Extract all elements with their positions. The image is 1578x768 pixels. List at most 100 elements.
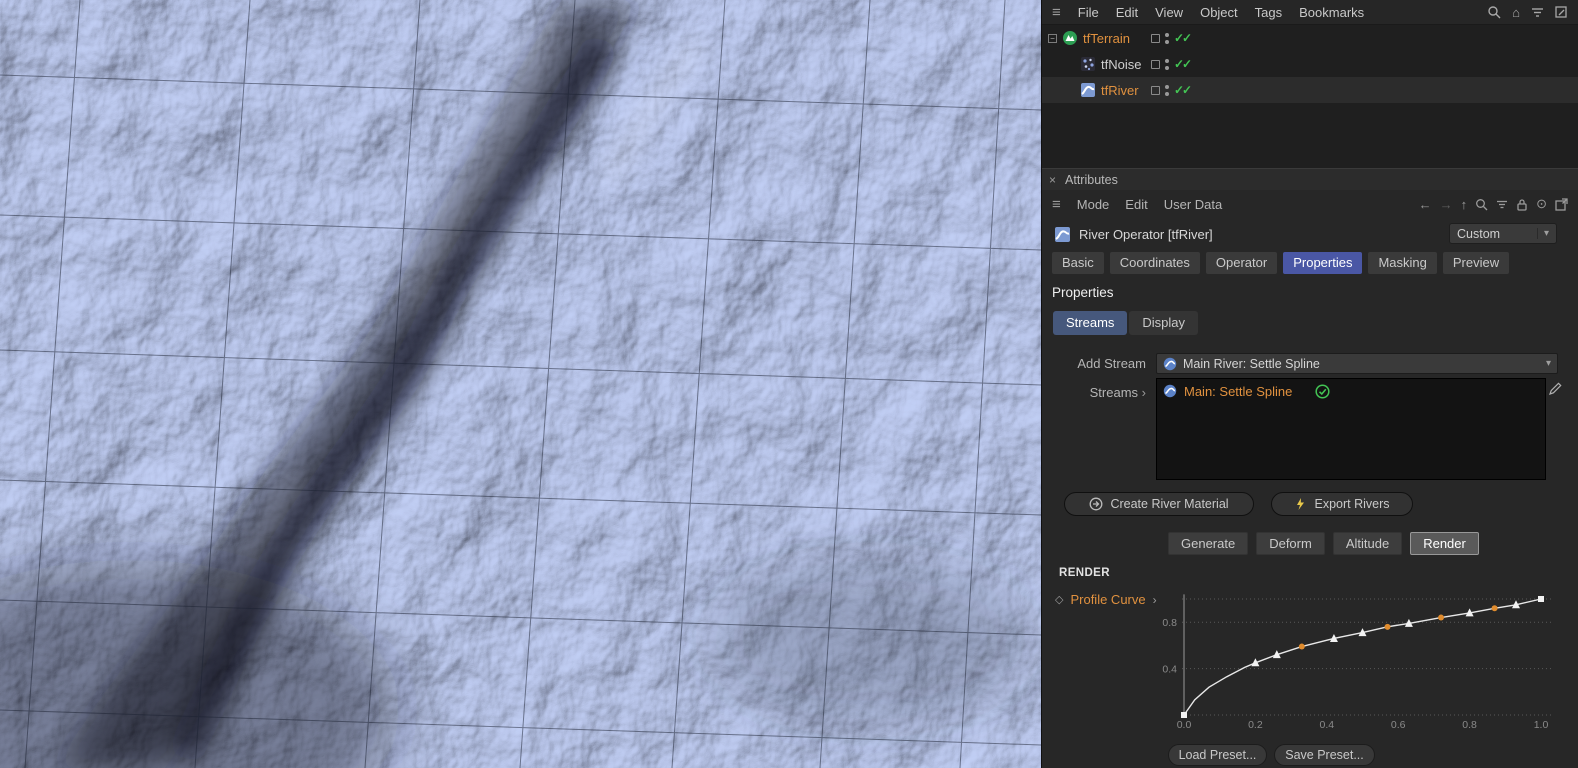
tab-properties[interactable]: Properties — [1283, 252, 1363, 274]
attr-menu-userdata[interactable]: User Data — [1164, 197, 1223, 212]
stream-list-item[interactable]: Main: Settle Spline — [1157, 379, 1545, 403]
add-stream-dropdown[interactable]: Main River: Settle Spline ▾ — [1156, 353, 1558, 374]
menu-view[interactable]: View — [1155, 5, 1183, 20]
properties-section-heading: Properties — [1052, 285, 1114, 300]
filter-icon[interactable] — [1531, 6, 1544, 18]
visibility-dots[interactable] — [1165, 32, 1169, 44]
streams-label: Streams › — [1089, 385, 1146, 400]
load-preset-button[interactable]: Load Preset... — [1168, 744, 1267, 766]
terrain-render — [0, 0, 1041, 768]
menu-file[interactable]: File — [1078, 5, 1099, 20]
layer-toggle-icon[interactable] — [1151, 33, 1160, 43]
svg-text:0.8: 0.8 — [1162, 617, 1177, 629]
search-icon[interactable] — [1487, 5, 1501, 19]
panel-layout-icon[interactable] — [1555, 5, 1568, 19]
object-header-title: River Operator [tfRiver] — [1079, 226, 1213, 242]
attr-menu-edit[interactable]: Edit — [1125, 197, 1147, 212]
export-icon — [1294, 497, 1307, 511]
export-rivers-button[interactable]: Export Rivers — [1271, 492, 1413, 516]
object-manager-menubar: ≡ File Edit View Object Tags Bookmarks ⌂ — [1042, 0, 1578, 25]
history-forward-icon[interactable]: → — [1440, 197, 1453, 212]
lock-icon[interactable] — [1516, 198, 1528, 211]
object-label[interactable]: tfNoise — [1101, 57, 1141, 72]
profile-curve-label: Profile Curve — [1070, 592, 1146, 607]
tab-masking[interactable]: Masking — [1368, 252, 1437, 274]
object-row-tfnoise[interactable]: tfNoise ✓✓ — [1042, 51, 1578, 77]
target-icon[interactable]: ⊙ — [1536, 196, 1547, 212]
generate-button[interactable]: Generate — [1168, 532, 1249, 555]
attributes-hamburger-icon[interactable]: ≡ — [1052, 196, 1061, 213]
object-label[interactable]: tfTerrain — [1083, 31, 1130, 46]
layer-toggle-icon[interactable] — [1151, 59, 1160, 69]
add-stream-value: Main River: Settle Spline — [1183, 356, 1320, 371]
stream-item-label: Main: Settle Spline — [1184, 383, 1293, 399]
subtab-display[interactable]: Display — [1129, 311, 1199, 335]
filter-icon[interactable] — [1496, 199, 1508, 210]
altitude-button[interactable]: Altitude — [1332, 532, 1403, 555]
search-icon[interactable] — [1475, 198, 1488, 211]
right-panel: ≡ File Edit View Object Tags Bookmarks ⌂… — [1041, 0, 1578, 768]
tab-operator[interactable]: Operator — [1205, 252, 1278, 274]
object-row-tfterrain[interactable]: − tfTerrain ✓✓ — [1042, 25, 1578, 51]
3d-viewport[interactable] — [0, 0, 1041, 768]
up-level-icon[interactable]: ↑ — [1461, 197, 1468, 212]
tab-coordinates[interactable]: Coordinates — [1109, 252, 1200, 274]
tab-preview[interactable]: Preview — [1442, 252, 1510, 274]
diamond-icon: ◇ — [1055, 594, 1064, 606]
river-object-icon[interactable] — [1080, 82, 1096, 98]
operation-mode-buttons: Generate Deform Altitude Render — [1168, 532, 1479, 555]
render-button[interactable]: Render — [1410, 532, 1479, 555]
preset-dropdown[interactable]: Custom ▾ — [1449, 223, 1557, 244]
streams-list[interactable]: Main: Settle Spline — [1156, 378, 1546, 480]
attr-menu-mode[interactable]: Mode — [1077, 197, 1110, 212]
history-back-icon[interactable]: ← — [1419, 197, 1432, 212]
create-river-material-button[interactable]: Create River Material — [1064, 492, 1254, 516]
stream-type-icon — [1163, 357, 1177, 371]
visibility-dots[interactable] — [1165, 58, 1169, 70]
profile-curve-row[interactable]: ◇ Profile Curve › — [1055, 592, 1157, 607]
object-row-tfriver[interactable]: tfRiver ✓✓ — [1042, 77, 1578, 103]
svg-text:0.4: 0.4 — [1319, 719, 1334, 731]
visibility-dots[interactable] — [1165, 84, 1169, 96]
home-icon[interactable]: ⌂ — [1512, 5, 1520, 20]
menu-hamburger-icon[interactable]: ≡ — [1052, 4, 1061, 21]
enabled-check-icon[interactable]: ✓✓ — [1174, 83, 1192, 97]
close-icon[interactable]: × — [1049, 173, 1056, 187]
svg-text:1.0: 1.0 — [1534, 719, 1549, 731]
svg-text:0.8: 0.8 — [1462, 719, 1477, 731]
edit-pencil-icon[interactable] — [1547, 380, 1563, 396]
properties-subtabs: Streams Display — [1053, 311, 1199, 335]
layer-toggle-icon[interactable] — [1151, 85, 1160, 95]
menu-edit[interactable]: Edit — [1116, 5, 1138, 20]
preset-dropdown-value: Custom — [1457, 226, 1501, 241]
stream-enabled-check-icon[interactable] — [1315, 383, 1330, 399]
svg-text:0.6: 0.6 — [1391, 719, 1406, 731]
chevron-down-icon: ▾ — [1545, 358, 1551, 369]
profile-curve-chart[interactable]: 0.0 0.2 0.4 0.6 0.8 1.0 0.4 0.8 — [1151, 585, 1561, 737]
svg-text:0.4: 0.4 — [1162, 664, 1177, 676]
export-rivers-label: Export Rivers — [1314, 497, 1390, 511]
chevron-down-icon: ▾ — [1536, 228, 1549, 239]
tab-basic[interactable]: Basic — [1052, 252, 1104, 274]
attribute-tabs: Basic Coordinates Operator Properties Ma… — [1052, 252, 1570, 274]
menu-object[interactable]: Object — [1200, 5, 1238, 20]
object-label[interactable]: tfRiver — [1101, 83, 1139, 98]
material-icon — [1089, 497, 1103, 511]
save-preset-button[interactable]: Save Preset... — [1274, 744, 1375, 766]
menu-bookmarks[interactable]: Bookmarks — [1299, 5, 1364, 20]
enabled-check-icon[interactable]: ✓✓ — [1174, 31, 1192, 45]
create-river-material-label: Create River Material — [1110, 497, 1229, 511]
collapse-icon[interactable]: − — [1048, 33, 1057, 43]
terrain-object-icon[interactable] — [1062, 30, 1078, 46]
subtab-streams[interactable]: Streams — [1053, 311, 1128, 335]
object-manager: − tfTerrain ✓✓ tfNoise ✓✓ tfRiver ✓✓ — [1042, 25, 1578, 168]
add-stream-label: Add Stream — [1077, 356, 1146, 371]
deform-button[interactable]: Deform — [1256, 532, 1325, 555]
new-window-icon[interactable] — [1555, 197, 1568, 211]
noise-object-icon[interactable] — [1080, 56, 1096, 72]
svg-text:0.2: 0.2 — [1248, 719, 1263, 731]
menu-tags[interactable]: Tags — [1255, 5, 1282, 20]
stream-item-icon — [1163, 384, 1177, 398]
enabled-check-icon[interactable]: ✓✓ — [1174, 57, 1192, 71]
attributes-titlebar: × Attributes — [1042, 168, 1578, 190]
